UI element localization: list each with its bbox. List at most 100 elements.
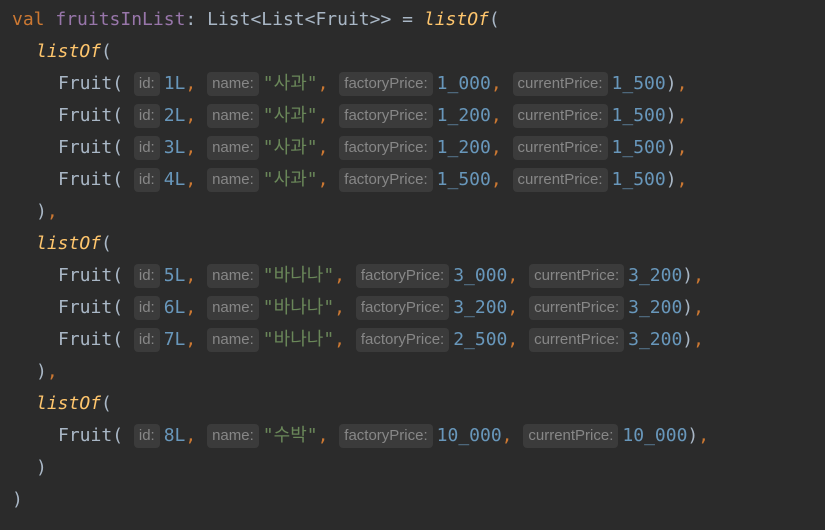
param-hint-current-price: currentPrice: [523, 424, 619, 448]
factory-price-value: 3_000 [453, 265, 508, 286]
param-hint-current-price: currentPrice: [529, 264, 625, 288]
factory-price-value: 1_000 [436, 73, 491, 94]
param-hint-id: id: [133, 72, 160, 96]
code-lines: val fruitsInList: List<List<Fruit>> = li… [0, 4, 825, 516]
code-line-fruit: Fruit( id: 4L, name: "사과", factoryPrice: 1_… [0, 164, 825, 196]
comma: , [185, 265, 197, 286]
comma: , [490, 169, 502, 190]
comma: , [676, 169, 688, 190]
close-paren: ) [36, 457, 47, 478]
comma: , [46, 361, 58, 382]
factory-price-value: 1_200 [436, 105, 491, 126]
comma: , [507, 329, 519, 350]
param-hint-factory-price: factoryPrice: [339, 424, 433, 448]
open-paren: ( [101, 233, 112, 254]
param-hint-factory-price: factoryPrice: [339, 136, 433, 160]
code-line-fruit: Fruit( id: 2L, name: "사과", factoryPrice: 1_… [0, 100, 825, 132]
fruit-constructor: Fruit [58, 425, 113, 446]
comma: , [507, 265, 519, 286]
open-paren: ( [112, 297, 124, 318]
comma: , [507, 297, 519, 318]
param-hint-id: id: [133, 264, 160, 288]
name-value: "바나나" [262, 265, 335, 286]
comma: , [490, 105, 502, 126]
factory-price-value: 1_200 [436, 137, 491, 158]
comma: , [317, 169, 329, 190]
open-paren: ( [101, 41, 112, 62]
param-hint-factory-price: factoryPrice: [339, 72, 433, 96]
fruit-constructor: Fruit [58, 137, 113, 158]
comma: , [693, 329, 704, 350]
comma: , [46, 201, 58, 222]
name-value: "사과" [262, 169, 318, 190]
comma: , [317, 73, 329, 94]
comma: , [185, 425, 197, 446]
comma: , [693, 265, 704, 286]
code-line-close: ), [0, 196, 825, 228]
close-paren: ) [36, 201, 47, 222]
close-paren: ) [665, 73, 677, 94]
name-value: "수박" [262, 425, 318, 446]
comma: , [676, 105, 688, 126]
assign-operator: = [402, 9, 414, 30]
param-hint-current-price: currentPrice: [529, 296, 625, 320]
fruit-constructor: Fruit [58, 265, 113, 286]
comma: , [334, 329, 345, 350]
param-hint-name: name: [207, 104, 259, 128]
open-paren: ( [101, 393, 112, 414]
open-paren: ( [488, 9, 500, 30]
id-value: 3L [163, 137, 186, 158]
close-paren: ) [665, 137, 677, 158]
close-paren: ) [687, 425, 699, 446]
comma: , [501, 425, 513, 446]
param-hint-id: id: [133, 104, 160, 128]
param-hint-name: name: [207, 72, 259, 96]
code-line-declaration: val fruitsInList: List<List<Fruit>> = li… [0, 4, 825, 36]
fruit-constructor: Fruit [58, 73, 113, 94]
comma: , [676, 137, 688, 158]
param-hint-current-price: currentPrice: [512, 104, 608, 128]
current-price-value: 1_500 [611, 137, 666, 158]
comma: , [317, 425, 329, 446]
param-hint-factory-price: factoryPrice: [355, 296, 450, 320]
code-line-fruit: Fruit( id: 3L, name: "사과", factoryPrice: 1_… [0, 132, 825, 164]
close-paren: ) [682, 265, 694, 286]
open-paren: ( [112, 137, 124, 158]
comma: , [185, 329, 197, 350]
code-line-fruit: Fruit( id: 6L, name: "바나나", factoryPrice: 3… [0, 292, 825, 324]
factory-price-value: 1_500 [436, 169, 491, 190]
comma: , [185, 297, 197, 318]
code-line-fruit: Fruit( id: 8L, name: "수박", factoryPrice: 10… [0, 420, 825, 452]
current-price-value: 3_200 [628, 297, 683, 318]
param-hint-id: id: [133, 136, 160, 160]
comma: , [185, 137, 197, 158]
type-colon: : [185, 9, 197, 30]
id-value: 1L [163, 73, 186, 94]
close-paren: ) [12, 489, 23, 510]
comma: , [185, 73, 197, 94]
comma: , [698, 425, 710, 446]
param-hint-id: id: [133, 328, 160, 352]
factory-price-value: 3_200 [453, 297, 508, 318]
code-editor[interactable]: val fruitsInList: List<List<Fruit>> = li… [0, 0, 825, 530]
param-hint-id: id: [133, 168, 160, 192]
param-hint-current-price: currentPrice: [512, 168, 608, 192]
open-paren: ( [112, 105, 124, 126]
comma: , [490, 73, 502, 94]
id-value: 5L [163, 265, 186, 286]
listof-call: listOf [36, 233, 102, 254]
param-hint-factory-price: factoryPrice: [339, 104, 433, 128]
id-value: 8L [163, 425, 186, 446]
comma: , [334, 297, 345, 318]
name-value: "바나나" [262, 297, 335, 318]
id-value: 4L [163, 169, 186, 190]
current-price-value: 3_200 [628, 329, 683, 350]
code-line-fruit: Fruit( id: 1L, name: "사과", factoryPrice: 1_… [0, 68, 825, 100]
name-value: "사과" [262, 73, 318, 94]
fruit-constructor: Fruit [58, 105, 113, 126]
id-value: 2L [163, 105, 186, 126]
fruit-constructor: Fruit [58, 329, 113, 350]
code-line-listof: listOf( [0, 228, 825, 260]
code-line-fruit: Fruit( id: 7L, name: "바나나", factoryPrice: 2… [0, 324, 825, 356]
open-paren: ( [112, 425, 124, 446]
